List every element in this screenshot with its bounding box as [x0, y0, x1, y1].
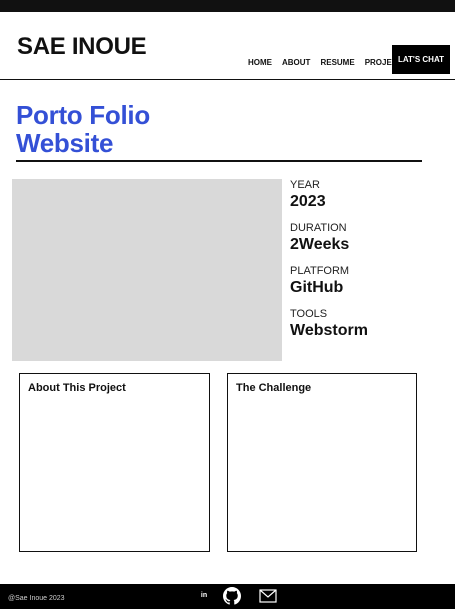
project-image-placeholder	[12, 179, 282, 361]
meta-year: YEAR 2023	[290, 179, 450, 211]
copyright-text: @Sae Inoue 2023	[8, 595, 65, 602]
main-nav: HOME ABOUT RESUME PROJECT	[248, 58, 402, 67]
site-logo[interactable]: SAE INOUE	[17, 33, 147, 61]
header-divider	[0, 79, 455, 80]
mail-icon-svg	[259, 589, 277, 603]
about-project-title: About This Project	[28, 382, 126, 394]
challenge-title: The Challenge	[236, 382, 312, 394]
meta-tools-value: Webstorm	[290, 322, 368, 339]
nav-resume[interactable]: RESUME	[320, 58, 354, 67]
lets-chat-button[interactable]: LAT'S CHAT	[392, 45, 450, 74]
challenge-card: The Challenge	[227, 373, 417, 552]
meta-platform-value: GitHub	[290, 279, 344, 296]
meta-platform-label: PLATFORM	[290, 265, 350, 277]
linkedin-icon[interactable]: in	[198, 589, 210, 601]
meta-tools-label: TOOLS	[290, 308, 328, 320]
mail-icon[interactable]	[259, 589, 277, 603]
title-underline	[16, 160, 422, 162]
github-icon[interactable]	[223, 587, 241, 605]
page-title-line-1: Porto Folio	[16, 100, 150, 130]
meta-year-value: 2023	[290, 193, 326, 210]
nav-about[interactable]: ABOUT	[282, 58, 310, 67]
meta-duration-value: 2Weeks	[290, 236, 350, 253]
meta-platform: PLATFORM GitHub	[290, 265, 450, 297]
meta-duration: DURATION 2Weeks	[290, 222, 450, 254]
meta-tools: TOOLS Webstorm	[290, 308, 450, 340]
footer: @Sae Inoue 2023 in	[0, 584, 455, 609]
nav-home[interactable]: HOME	[248, 58, 272, 67]
page-title-line-2: Website	[16, 128, 114, 158]
about-project-card: About This Project	[19, 373, 210, 552]
meta-duration-label: DURATION	[290, 222, 347, 234]
top-bar	[0, 0, 455, 12]
page-title: Porto Folio Website	[16, 101, 150, 157]
meta-year-label: YEAR	[290, 179, 320, 191]
github-icon-svg	[223, 587, 241, 605]
